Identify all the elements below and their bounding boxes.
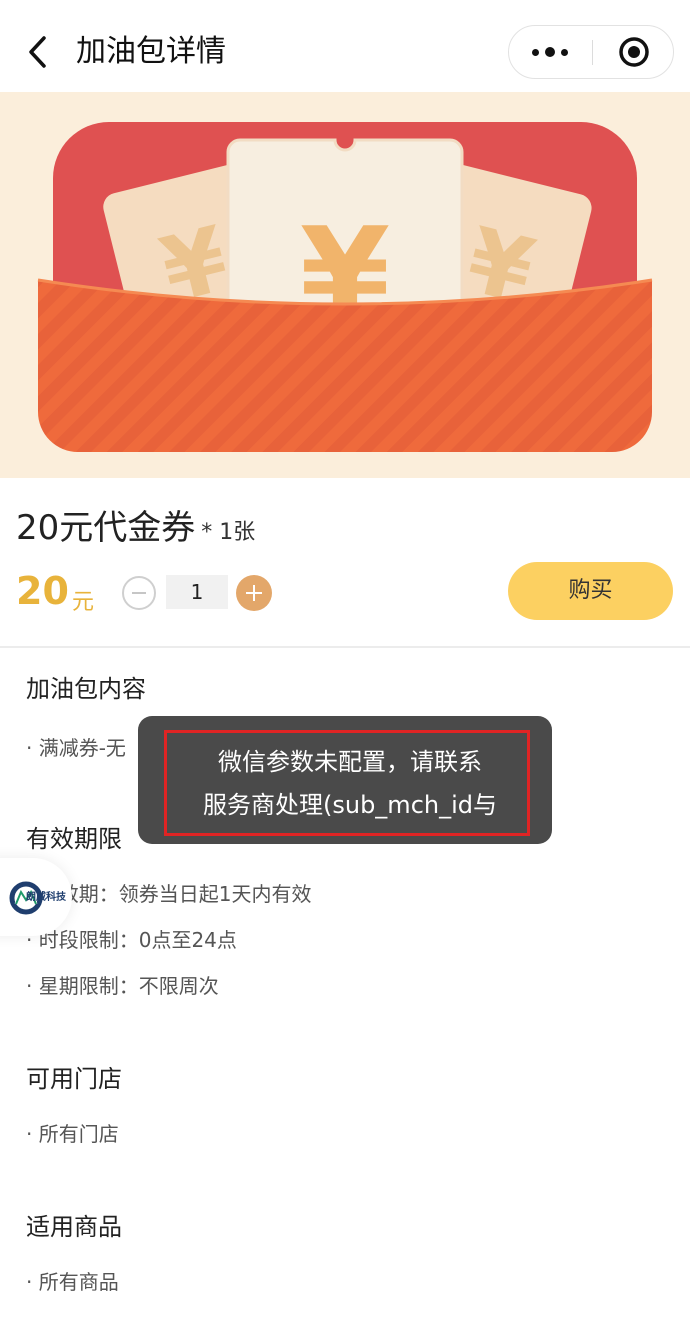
list-item: · 所有门店 [26, 1122, 119, 1146]
section-title-products: 适用商品 [26, 1213, 122, 1241]
list-item: · 时段限制：0点至24点 [26, 928, 237, 952]
section-title-package-content: 加油包内容 [26, 675, 146, 703]
decrease-quantity-button[interactable] [122, 576, 156, 610]
product-quantity-label: * 1张 [201, 520, 256, 545]
chevron-left-icon [29, 36, 46, 68]
toast-highlight-box: 微信参数未配置，请联系 服务商处理(sub_mch_id与 [164, 730, 530, 836]
list-item: · 星期限制：不限周次 [26, 974, 219, 998]
list-item: · 满减券-无 [26, 736, 126, 760]
section-title-stores: 可用门店 [26, 1065, 122, 1093]
more-button[interactable] [509, 26, 591, 78]
back-button[interactable] [18, 28, 58, 76]
toast-message-line-1: 微信参数未配置，请联系 [218, 748, 482, 776]
increase-quantity-button[interactable] [236, 575, 272, 611]
price-value: 20 [16, 569, 69, 613]
price-unit: 元 [72, 590, 95, 615]
toast-message-line-2: 服务商处理(sub_mch_id与 [203, 791, 497, 819]
minus-icon [132, 592, 146, 594]
buy-button[interactable]: 购买 [508, 562, 673, 620]
product-title: 20元代金券 * 1张 [16, 506, 255, 555]
coupon-banner: ¥ ¥ ¥ [0, 92, 690, 478]
divider [0, 646, 690, 648]
more-dots-icon [529, 47, 571, 57]
quantity-input[interactable]: 1 [166, 575, 228, 609]
product-name: 20元代金券 [16, 508, 196, 548]
error-toast: 微信参数未配置，请联系 服务商处理(sub_mch_id与 [138, 716, 552, 844]
nav-bar: 加油包详情 [0, 0, 690, 92]
target-close-icon [619, 37, 649, 67]
section-title-validity: 有效期限 [26, 825, 122, 853]
red-envelope-illustration: ¥ ¥ ¥ [37, 122, 653, 452]
logo-text: 朗威科技 [26, 892, 66, 903]
list-item: · 所有商品 [26, 1270, 119, 1294]
mini-program-capsule [508, 25, 674, 79]
close-button[interactable] [593, 26, 675, 78]
page-title: 加油包详情 [76, 34, 226, 69]
